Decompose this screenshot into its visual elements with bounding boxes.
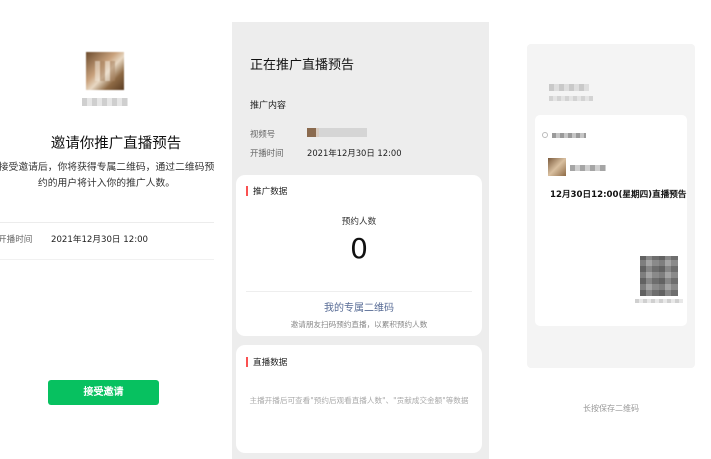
start-time-label: 开播时间 bbox=[250, 148, 284, 158]
my-qr-code-link[interactable]: 我的专属二维码 bbox=[236, 299, 482, 314]
start-time-value: 2021年12月30日 12:00 bbox=[307, 148, 402, 158]
promotion-panel: 正在推广直播预告 推广内容 视频号 开播时间 2021年12月30日 12:00… bbox=[232, 22, 489, 459]
promotion-title: 正在推广直播预告 bbox=[250, 58, 355, 73]
reservation-count-value: 0 bbox=[350, 232, 368, 265]
qr-caption-blurred bbox=[635, 299, 683, 303]
poster-card: 12月30日12:00(星期四)直播预告 bbox=[535, 115, 687, 326]
section-accent-bar bbox=[246, 357, 248, 367]
host-avatar bbox=[548, 158, 566, 176]
divider bbox=[0, 222, 214, 223]
accept-invite-button[interactable]: 接受邀请 bbox=[48, 380, 159, 405]
host-avatar bbox=[86, 52, 124, 90]
invite-description: 接受邀请后，你将获得专属二维码，通过二维码预约的用户将计入你的推广人数。 bbox=[0, 162, 215, 189]
start-time-value: 2021年12月30日 12:00 bbox=[51, 235, 149, 245]
qr-code bbox=[640, 256, 678, 296]
section-accent-bar bbox=[246, 186, 248, 196]
qr-code-hint: 邀请朋友扫码预约直播，以累积预约人数 bbox=[290, 320, 428, 329]
host-nickname-blurred bbox=[82, 98, 128, 106]
divider bbox=[0, 259, 214, 260]
promotion-data-title: 推广数据 bbox=[253, 187, 288, 197]
invite-title: 邀请你推广直播预告 bbox=[50, 136, 182, 152]
promotion-content-heading: 推广内容 bbox=[250, 101, 287, 111]
live-data-card: 直播数据 主播开播后可查看"预约后观看直播人数"、"贡献成交金额"等数据 bbox=[236, 345, 482, 453]
host-nickname-blurred bbox=[570, 165, 606, 171]
start-time-label: 开播时间 bbox=[0, 235, 33, 245]
channels-icon bbox=[542, 132, 548, 138]
poster-subheader-blurred bbox=[549, 96, 593, 101]
live-data-empty-text: 主播开播后可查看"预约后观看直播人数"、"贡献成交金额"等数据 bbox=[249, 396, 469, 405]
save-qr-hint: 长按保存二维码 bbox=[583, 404, 639, 413]
divider bbox=[246, 291, 472, 292]
promotion-data-card: 推广数据 预约人数 0 我的专属二维码 邀请朋友扫码预约直播，以累积预约人数 bbox=[236, 175, 482, 336]
reservation-count-label: 预约人数 bbox=[341, 217, 377, 227]
channel-name-blurred bbox=[307, 128, 367, 137]
qr-poster[interactable]: 12月30日12:00(星期四)直播预告 bbox=[527, 44, 695, 368]
source-label-blurred bbox=[552, 133, 586, 138]
live-preview-title: 12月30日12:00(星期四)直播预告 bbox=[550, 190, 687, 200]
qr-poster-panel: 12月30日12:00(星期四)直播预告 长按保存二维码 bbox=[489, 0, 711, 459]
channel-label: 视频号 bbox=[250, 129, 276, 139]
poster-header-blurred bbox=[549, 84, 589, 91]
live-data-title: 直播数据 bbox=[253, 358, 288, 368]
invite-panel: 邀请你推广直播预告 接受邀请后，你将获得专属二维码，通过二维码预约的用户将计入你… bbox=[0, 0, 232, 459]
